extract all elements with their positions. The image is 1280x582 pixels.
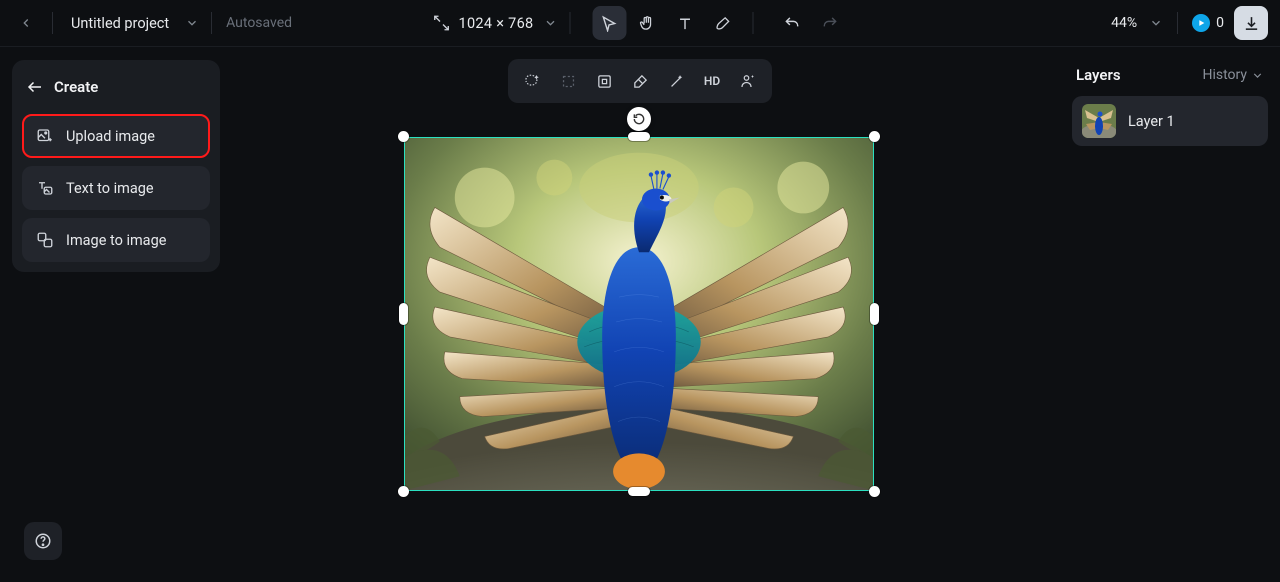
- hd-label: HD: [704, 74, 720, 88]
- topbar-center: 1024 × 768: [433, 6, 848, 40]
- topbar-right: 44% 0: [1111, 6, 1268, 40]
- image-to-image-icon: [36, 231, 54, 249]
- redo-button[interactable]: [813, 6, 847, 40]
- topbar: Untitled project Autosaved 1024 × 768: [0, 0, 1280, 47]
- cursor-icon: [601, 15, 618, 32]
- project-dropdown[interactable]: [185, 16, 199, 30]
- chevron-down-icon: [1251, 69, 1264, 82]
- canvas-dimensions[interactable]: 1024 × 768: [459, 15, 534, 32]
- eraser-icon: [632, 73, 649, 90]
- canvas-selection[interactable]: [404, 137, 874, 491]
- resize-handle-tl[interactable]: [398, 131, 409, 142]
- upload-image-item[interactable]: Upload image: [22, 114, 210, 158]
- image-to-image-item[interactable]: Image to image: [22, 218, 210, 262]
- lasso-sparkle-icon: [523, 72, 541, 90]
- divider: [752, 12, 753, 34]
- credit-icon: [1192, 14, 1210, 32]
- chevron-down-icon: [543, 16, 557, 30]
- dimensions-icon: [433, 14, 451, 32]
- create-panel: Create Upload image Text to image Image …: [12, 60, 220, 272]
- brush-icon: [715, 15, 732, 32]
- select-tool[interactable]: [592, 6, 626, 40]
- resize-handle-br[interactable]: [869, 486, 880, 497]
- person-sparkle-icon: [739, 72, 757, 90]
- credits-value: 0: [1216, 15, 1224, 31]
- download-icon: [1243, 15, 1260, 32]
- text-icon: [677, 15, 694, 32]
- autosaved-status: Autosaved: [226, 15, 292, 31]
- rotate-icon: [632, 112, 646, 126]
- zoom-dropdown[interactable]: [1149, 16, 1163, 30]
- download-button[interactable]: [1234, 6, 1268, 40]
- tool-group-history: [775, 6, 847, 40]
- remove-bg-button[interactable]: [732, 65, 764, 97]
- hd-button[interactable]: HD: [696, 65, 728, 97]
- crop-icon: [560, 73, 577, 90]
- chevron-left-icon: [19, 16, 33, 30]
- redo-icon: [822, 15, 839, 32]
- text-to-image-label: Text to image: [66, 180, 154, 197]
- tool-group-nav: [592, 6, 740, 40]
- chevron-down-icon: [185, 16, 199, 30]
- frame-icon: [596, 73, 613, 90]
- history-button[interactable]: History: [1202, 67, 1264, 83]
- layer-name: Layer 1: [1128, 113, 1175, 130]
- undo-icon: [784, 15, 801, 32]
- undo-button[interactable]: [775, 6, 809, 40]
- resize-canvas-button[interactable]: [433, 14, 451, 32]
- resize-handle-tr[interactable]: [869, 131, 880, 142]
- magic-button[interactable]: [660, 65, 692, 97]
- workspace: Create Upload image Text to image Image …: [0, 47, 1280, 582]
- crop-button[interactable]: [552, 65, 584, 97]
- canvas-image[interactable]: [404, 137, 874, 491]
- frame-button[interactable]: [588, 65, 620, 97]
- create-title: Create: [54, 78, 98, 96]
- image-to-image-label: Image to image: [66, 232, 166, 249]
- layers-panel: Layers History Layer 1: [1072, 60, 1268, 146]
- brush-tool[interactable]: [706, 6, 740, 40]
- canvas-toolbar: HD: [508, 59, 772, 103]
- back-button[interactable]: [12, 9, 40, 37]
- divider: [1177, 12, 1178, 34]
- text-to-image-icon: [36, 179, 54, 197]
- history-label: History: [1202, 67, 1247, 83]
- layer-item[interactable]: Layer 1: [1072, 96, 1268, 146]
- text-to-image-item[interactable]: Text to image: [22, 166, 210, 210]
- resize-handle-right[interactable]: [870, 303, 879, 325]
- resize-handle-bl[interactable]: [398, 486, 409, 497]
- ai-select-button[interactable]: [516, 65, 548, 97]
- chevron-down-icon: [1149, 16, 1163, 30]
- upload-image-label: Upload image: [66, 128, 155, 145]
- upload-image-icon: [36, 127, 54, 145]
- divider: [211, 12, 212, 34]
- help-icon: [34, 532, 52, 550]
- pan-tool[interactable]: [630, 6, 664, 40]
- wand-icon: [668, 73, 685, 90]
- create-header[interactable]: Create: [22, 70, 210, 106]
- peacock-image: [405, 138, 873, 490]
- arrow-left-icon: [26, 78, 44, 96]
- layers-header: Layers History: [1072, 60, 1268, 96]
- zoom-level[interactable]: 44%: [1111, 15, 1137, 31]
- project-name[interactable]: Untitled project: [65, 15, 175, 32]
- text-tool[interactable]: [668, 6, 702, 40]
- layers-title: Layers: [1076, 66, 1121, 84]
- hand-icon: [639, 15, 656, 32]
- resize-handle-top[interactable]: [628, 132, 650, 141]
- help-button[interactable]: [24, 522, 62, 560]
- rotate-handle[interactable]: [627, 107, 651, 131]
- resize-handle-bottom[interactable]: [628, 487, 650, 496]
- resize-handle-left[interactable]: [399, 303, 408, 325]
- erase-button[interactable]: [624, 65, 656, 97]
- dimensions-dropdown[interactable]: [543, 16, 557, 30]
- divider: [569, 12, 570, 34]
- divider: [52, 12, 53, 34]
- layer-thumbnail: [1082, 104, 1116, 138]
- credits-display[interactable]: 0: [1192, 14, 1224, 32]
